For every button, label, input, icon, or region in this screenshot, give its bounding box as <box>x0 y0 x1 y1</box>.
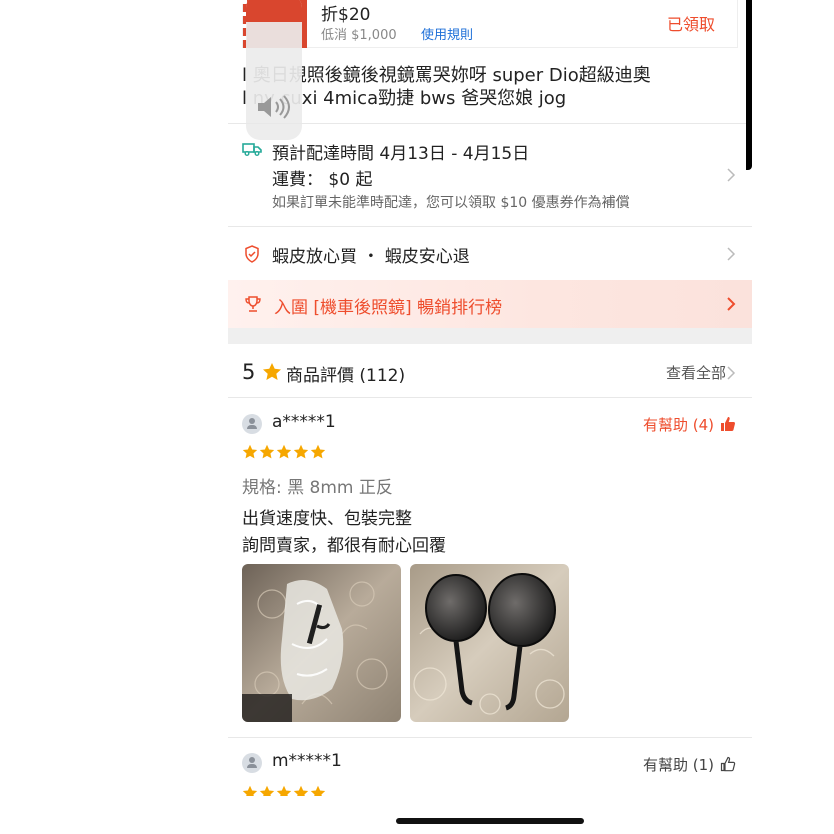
product-page: 折$20 低消 $1,000 使用規則 已領取 l 奧日規照後鏡後視鏡罵哭妳呀 … <box>228 0 752 834</box>
review-photo[interactable] <box>242 564 401 722</box>
avatar <box>242 753 262 773</box>
star-icon <box>259 444 275 459</box>
chevron-right-icon <box>727 168 736 182</box>
truck-icon <box>242 143 262 156</box>
delivery-eta: 預計配達時間 4月13日 - 4月15日 <box>272 144 530 164</box>
star-icon <box>276 444 292 459</box>
voucher-rules-link[interactable]: 使用規則 <box>421 24 473 43</box>
review-stars <box>242 444 327 460</box>
shield-icon <box>245 245 259 263</box>
ranking-banner[interactable]: 入圍 [機車後照鏡] 暢銷排行榜 <box>228 280 752 328</box>
product-title: l 奧日規照後鏡後視鏡罵哭妳呀 super Dio超級迪奧 l ny cuxi … <box>242 65 651 109</box>
voucher-claimed-status: 已領取 <box>666 15 715 34</box>
bottom-cutoff <box>228 796 752 834</box>
speaker-icon <box>258 95 290 119</box>
star-icon <box>310 444 326 459</box>
section-separator <box>228 328 752 344</box>
thumbs-up-icon[interactable] <box>720 416 736 432</box>
voucher-discount: 折$20 <box>321 5 371 25</box>
star-icon <box>293 444 309 459</box>
reviewer-name: m*****1 <box>272 751 342 771</box>
volume-level <box>246 0 302 22</box>
ranking-text: 入圍 [機車後照鏡] 暢銷排行榜 <box>274 298 503 318</box>
guarantee-text: 蝦皮放心買 ・ 蝦皮安心退 <box>272 247 470 267</box>
review-photo[interactable] <box>410 564 569 722</box>
helpful-button[interactable]: 有幫助 (4) <box>643 414 714 435</box>
reviewer-name: a*****1 <box>272 412 336 432</box>
review-photo-image <box>242 564 401 722</box>
home-indicator[interactable] <box>396 818 584 824</box>
rating-label: 商品評價 (112) <box>286 366 406 386</box>
voucher-card[interactable]: 折$20 低消 $1,000 使用規則 已領取 <box>239 0 738 48</box>
helpful-button[interactable]: 有幫助 (1) <box>643 754 714 775</box>
review-photo-image <box>410 564 569 722</box>
star-icon <box>263 363 281 380</box>
rating-score: 5 <box>242 360 256 384</box>
volume-overlay <box>246 0 302 140</box>
review-comment-line: 詢問賣家，都很有耐心回覆 <box>242 536 446 556</box>
review-comment-line: 出貨速度快、包裝完整 <box>242 509 412 529</box>
chevron-right-icon <box>727 297 736 311</box>
chevron-right-icon <box>727 247 736 261</box>
chevron-right-icon <box>727 366 736 380</box>
avatar <box>242 414 262 434</box>
trophy-icon <box>245 296 261 312</box>
voucher-min-spend: 低消 $1,000 <box>321 28 397 43</box>
shipping-fee: 運費： $0 起 <box>272 170 373 190</box>
thumbs-up-outline-icon[interactable] <box>720 756 736 772</box>
review-variant: 規格: 黑 8mm 正反 <box>242 478 393 498</box>
star-icon <box>242 444 258 459</box>
shipping-guarantee-note: 如果訂單未能準時配達，您可以領取 $10 優惠券作為補償 <box>272 195 630 211</box>
view-all-reviews-link[interactable]: 查看全部 <box>666 362 726 383</box>
device-edge <box>746 0 752 170</box>
